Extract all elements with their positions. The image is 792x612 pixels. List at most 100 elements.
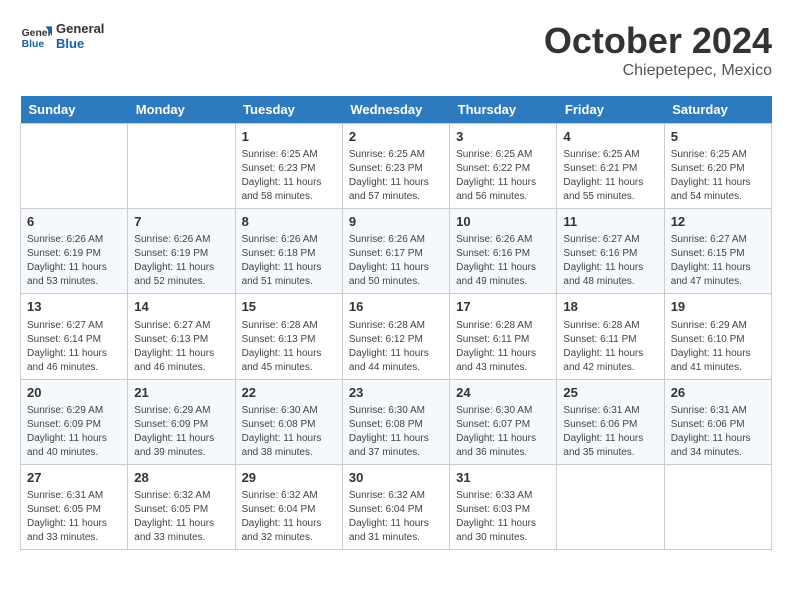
calendar-cell: 24 Sunrise: 6:30 AM Sunset: 6:07 PM Dayli… bbox=[450, 379, 557, 464]
logo-general: General bbox=[56, 21, 104, 36]
day-number: 19 bbox=[671, 298, 765, 316]
day-info: Sunrise: 6:27 AM Sunset: 6:16 PM Dayligh… bbox=[563, 233, 657, 289]
day-number: 10 bbox=[456, 213, 550, 231]
day-number: 14 bbox=[134, 298, 228, 316]
calendar-cell: 28 Sunrise: 6:32 AM Sunset: 6:05 PM Dayli… bbox=[128, 464, 235, 549]
calendar-cell: 26Sunrise: 6:31 AM Sunset: 6:06 PM Dayli… bbox=[664, 379, 771, 464]
day-info: Sunrise: 6:26 AM Sunset: 6:18 PM Dayligh… bbox=[242, 233, 336, 289]
day-info: Sunrise: 6:25 AM Sunset: 6:23 PM Dayligh… bbox=[242, 148, 336, 204]
calendar-cell bbox=[128, 124, 235, 209]
day-number: 4 bbox=[563, 128, 657, 146]
day-info: Sunrise: 6:26 AM Sunset: 6:16 PM Dayligh… bbox=[456, 233, 550, 289]
calendar-week-row: 20 Sunrise: 6:29 AM Sunset: 6:09 PM Dayli… bbox=[21, 379, 772, 464]
logo-icon: General Blue bbox=[20, 20, 52, 52]
day-info: Sunrise: 6:29 AM Sunset: 6:09 PM Dayligh… bbox=[134, 404, 228, 460]
svg-text:Blue: Blue bbox=[22, 39, 45, 50]
calendar-cell: 20 Sunrise: 6:29 AM Sunset: 6:09 PM Dayli… bbox=[21, 379, 128, 464]
day-info: Sunrise: 6:28 AM Sunset: 6:11 PM Dayligh… bbox=[563, 319, 657, 375]
page-header: General Blue General Blue October 2024 C… bbox=[20, 20, 772, 80]
day-number: 20 bbox=[27, 384, 121, 402]
day-info: Sunrise: 6:27 AM Sunset: 6:14 PM Dayligh… bbox=[27, 319, 121, 375]
calendar-cell: 8 Sunrise: 6:26 AM Sunset: 6:18 PM Daylig… bbox=[235, 209, 342, 294]
day-info: Sunrise: 6:26 AM Sunset: 6:17 PM Dayligh… bbox=[349, 233, 443, 289]
day-info: Sunrise: 6:29 AM Sunset: 6:09 PM Dayligh… bbox=[27, 404, 121, 460]
calendar-cell: 13 Sunrise: 6:27 AM Sunset: 6:14 PM Dayli… bbox=[21, 294, 128, 379]
day-number: 28 bbox=[134, 469, 228, 487]
calendar-cell: 21 Sunrise: 6:29 AM Sunset: 6:09 PM Dayli… bbox=[128, 379, 235, 464]
day-info: Sunrise: 6:28 AM Sunset: 6:11 PM Dayligh… bbox=[456, 319, 550, 375]
day-info: Sunrise: 6:25 AM Sunset: 6:23 PM Dayligh… bbox=[349, 148, 443, 204]
day-number: 13 bbox=[27, 298, 121, 316]
day-number: 8 bbox=[242, 213, 336, 231]
day-info: Sunrise: 6:26 AM Sunset: 6:19 PM Dayligh… bbox=[134, 233, 228, 289]
svg-text:General: General bbox=[22, 28, 52, 39]
calendar-header-row: SundayMondayTuesdayWednesdayThursdayFrid… bbox=[21, 96, 772, 124]
day-info: Sunrise: 6:31 AM Sunset: 6:06 PM Dayligh… bbox=[671, 404, 765, 460]
calendar-cell: 29Sunrise: 6:32 AM Sunset: 6:04 PM Dayli… bbox=[235, 464, 342, 549]
calendar-cell: 19 Sunrise: 6:29 AM Sunset: 6:10 PM Dayli… bbox=[664, 294, 771, 379]
calendar-cell: 23 Sunrise: 6:30 AM Sunset: 6:08 PM Dayli… bbox=[342, 379, 449, 464]
day-number: 3 bbox=[456, 128, 550, 146]
calendar-cell: 5Sunrise: 6:25 AM Sunset: 6:20 PM Daylig… bbox=[664, 124, 771, 209]
calendar-week-row: 27Sunrise: 6:31 AM Sunset: 6:05 PM Dayli… bbox=[21, 464, 772, 549]
calendar-cell bbox=[664, 464, 771, 549]
calendar-table: SundayMondayTuesdayWednesdayThursdayFrid… bbox=[20, 96, 772, 550]
day-number: 29 bbox=[242, 469, 336, 487]
day-number: 12 bbox=[671, 213, 765, 231]
month-title: October 2024 bbox=[544, 20, 772, 62]
day-of-week-header: Friday bbox=[557, 96, 664, 124]
day-info: Sunrise: 6:31 AM Sunset: 6:06 PM Dayligh… bbox=[563, 404, 657, 460]
day-info: Sunrise: 6:28 AM Sunset: 6:13 PM Dayligh… bbox=[242, 319, 336, 375]
day-info: Sunrise: 6:27 AM Sunset: 6:13 PM Dayligh… bbox=[134, 319, 228, 375]
day-number: 21 bbox=[134, 384, 228, 402]
calendar-cell: 2 Sunrise: 6:25 AM Sunset: 6:23 PM Daylig… bbox=[342, 124, 449, 209]
location: Chiepetepec, Mexico bbox=[544, 62, 772, 80]
day-of-week-header: Tuesday bbox=[235, 96, 342, 124]
day-number: 30 bbox=[349, 469, 443, 487]
calendar-week-row: 6Sunrise: 6:26 AM Sunset: 6:19 PM Daylig… bbox=[21, 209, 772, 294]
day-number: 18 bbox=[563, 298, 657, 316]
calendar-cell: 4 Sunrise: 6:25 AM Sunset: 6:21 PM Daylig… bbox=[557, 124, 664, 209]
calendar-cell bbox=[21, 124, 128, 209]
day-number: 7 bbox=[134, 213, 228, 231]
day-number: 22 bbox=[242, 384, 336, 402]
day-of-week-header: Saturday bbox=[664, 96, 771, 124]
calendar-cell: 12 Sunrise: 6:27 AM Sunset: 6:15 PM Dayli… bbox=[664, 209, 771, 294]
day-info: Sunrise: 6:32 AM Sunset: 6:05 PM Dayligh… bbox=[134, 489, 228, 545]
calendar-cell: 30 Sunrise: 6:32 AM Sunset: 6:04 PM Dayli… bbox=[342, 464, 449, 549]
day-number: 2 bbox=[349, 128, 443, 146]
day-number: 11 bbox=[563, 213, 657, 231]
day-number: 24 bbox=[456, 384, 550, 402]
day-number: 23 bbox=[349, 384, 443, 402]
day-info: Sunrise: 6:30 AM Sunset: 6:08 PM Dayligh… bbox=[349, 404, 443, 460]
calendar-cell: 6Sunrise: 6:26 AM Sunset: 6:19 PM Daylig… bbox=[21, 209, 128, 294]
day-info: Sunrise: 6:29 AM Sunset: 6:10 PM Dayligh… bbox=[671, 319, 765, 375]
day-number: 1 bbox=[242, 128, 336, 146]
day-of-week-header: Wednesday bbox=[342, 96, 449, 124]
calendar-cell: 9 Sunrise: 6:26 AM Sunset: 6:17 PM Daylig… bbox=[342, 209, 449, 294]
logo: General Blue General Blue bbox=[20, 20, 104, 52]
day-number: 15 bbox=[242, 298, 336, 316]
day-info: Sunrise: 6:32 AM Sunset: 6:04 PM Dayligh… bbox=[349, 489, 443, 545]
calendar-cell: 18 Sunrise: 6:28 AM Sunset: 6:11 PM Dayli… bbox=[557, 294, 664, 379]
day-number: 9 bbox=[349, 213, 443, 231]
calendar-week-row: 1 Sunrise: 6:25 AM Sunset: 6:23 PM Daylig… bbox=[21, 124, 772, 209]
calendar-cell: 27Sunrise: 6:31 AM Sunset: 6:05 PM Dayli… bbox=[21, 464, 128, 549]
calendar-cell bbox=[557, 464, 664, 549]
calendar-cell: 10 Sunrise: 6:26 AM Sunset: 6:16 PM Dayli… bbox=[450, 209, 557, 294]
day-of-week-header: Thursday bbox=[450, 96, 557, 124]
day-info: Sunrise: 6:27 AM Sunset: 6:15 PM Dayligh… bbox=[671, 233, 765, 289]
day-number: 25 bbox=[563, 384, 657, 402]
calendar-cell: 16Sunrise: 6:28 AM Sunset: 6:12 PM Dayli… bbox=[342, 294, 449, 379]
day-number: 5 bbox=[671, 128, 765, 146]
day-number: 31 bbox=[456, 469, 550, 487]
calendar-cell: 17Sunrise: 6:28 AM Sunset: 6:11 PM Dayli… bbox=[450, 294, 557, 379]
calendar-cell: 25 Sunrise: 6:31 AM Sunset: 6:06 PM Dayli… bbox=[557, 379, 664, 464]
day-info: Sunrise: 6:30 AM Sunset: 6:07 PM Dayligh… bbox=[456, 404, 550, 460]
calendar-cell: 11 Sunrise: 6:27 AM Sunset: 6:16 PM Dayli… bbox=[557, 209, 664, 294]
title-block: October 2024 Chiepetepec, Mexico bbox=[544, 20, 772, 80]
day-number: 27 bbox=[27, 469, 121, 487]
day-info: Sunrise: 6:28 AM Sunset: 6:12 PM Dayligh… bbox=[349, 319, 443, 375]
day-info: Sunrise: 6:25 AM Sunset: 6:21 PM Dayligh… bbox=[563, 148, 657, 204]
logo-blue: Blue bbox=[56, 36, 104, 51]
